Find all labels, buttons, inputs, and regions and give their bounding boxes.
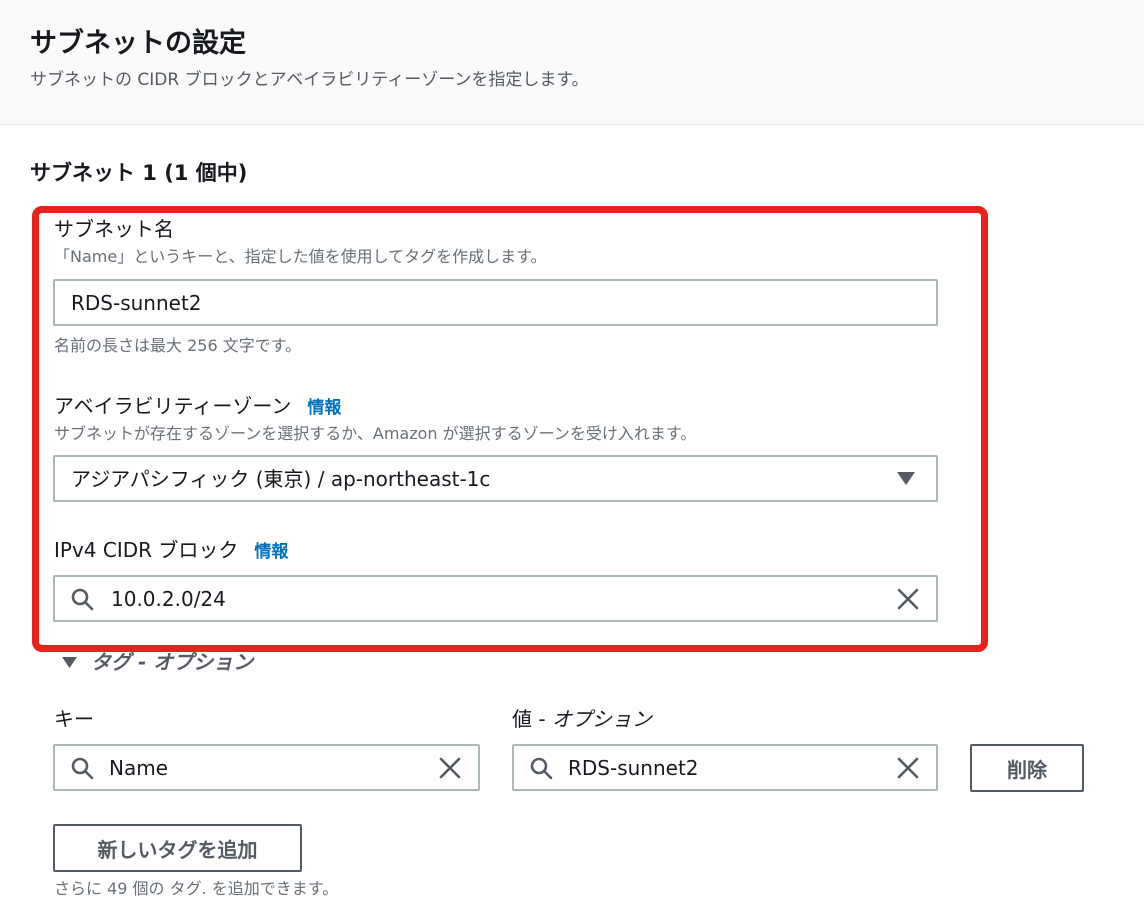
add-tag-button[interactable]: 新しいタグを追加 <box>53 824 302 872</box>
tag-value-header-optional: オプション <box>551 707 652 731</box>
tag-value-header-prefix: 値 - <box>512 707 552 731</box>
tags-toggle[interactable]: タグ - オプション <box>62 648 253 676</box>
tag-value-header: 値 - オプション <box>512 705 652 733</box>
subnet-heading: サブネット 1 (1 個中) <box>30 161 248 185</box>
clear-icon[interactable] <box>436 746 464 789</box>
cidr-label: IPv4 CIDR ブロック <box>54 538 239 562</box>
az-selected-value: アジアパシフィック (東京) / ap-northeast-1c <box>71 467 491 491</box>
clear-icon[interactable] <box>894 746 922 789</box>
subnet-name-constraint: 名前の長さは最大 256 文字です。 <box>54 336 302 355</box>
tag-key-input[interactable]: Name <box>53 744 480 791</box>
search-icon <box>69 577 95 620</box>
cidr-info-link[interactable]: 情報 <box>254 542 288 562</box>
page-header: サブネットの設定 サブネットの CIDR ブロックとアベイラビリティーゾーンを指… <box>0 0 1144 125</box>
search-icon <box>69 746 95 789</box>
subnet-name-input[interactable]: RDS-sunnet2 <box>53 279 938 326</box>
tags-footer-note: さらに 49 個の タグ. を追加できます。 <box>54 879 339 898</box>
tag-key-value: Name <box>109 756 169 780</box>
subnet-name-description: 「Name」というキーと、指定した値を使用してタグを作成します。 <box>54 247 547 266</box>
cidr-label-row: IPv4 CIDR ブロック 情報 <box>54 536 288 566</box>
az-label: アベイラビリティーゾーン <box>54 394 292 418</box>
tags-toggle-label: タグ - オプション <box>91 650 254 674</box>
az-label-row: アベイラビリティーゾーン 情報 <box>54 392 341 422</box>
cidr-input[interactable]: 10.0.2.0/24 <box>53 575 938 622</box>
az-description: サブネットが存在するゾーンを選択するか、Amazon が選択するゾーンを受け入れ… <box>54 424 697 443</box>
az-info-link[interactable]: 情報 <box>307 398 341 418</box>
tag-value-value: RDS-sunnet2 <box>568 756 699 780</box>
clear-icon[interactable] <box>894 577 922 620</box>
caret-down-icon <box>62 656 77 668</box>
caret-down-icon <box>894 457 918 500</box>
cidr-value: 10.0.2.0/24 <box>111 587 226 611</box>
remove-tag-button[interactable]: 削除 <box>970 744 1084 792</box>
subnet-name-label: サブネット名 <box>54 217 174 241</box>
tag-value-input[interactable]: RDS-sunnet2 <box>512 744 938 791</box>
tag-key-header: キー <box>54 707 94 731</box>
az-select[interactable]: アジアパシフィック (東京) / ap-northeast-1c <box>53 455 938 502</box>
subnet-name-value: RDS-sunnet2 <box>71 291 202 315</box>
search-icon <box>528 746 554 789</box>
page-subtitle: サブネットの CIDR ブロックとアベイラビリティーゾーンを指定します。 <box>30 70 589 90</box>
page-title: サブネットの設定 <box>30 28 246 59</box>
